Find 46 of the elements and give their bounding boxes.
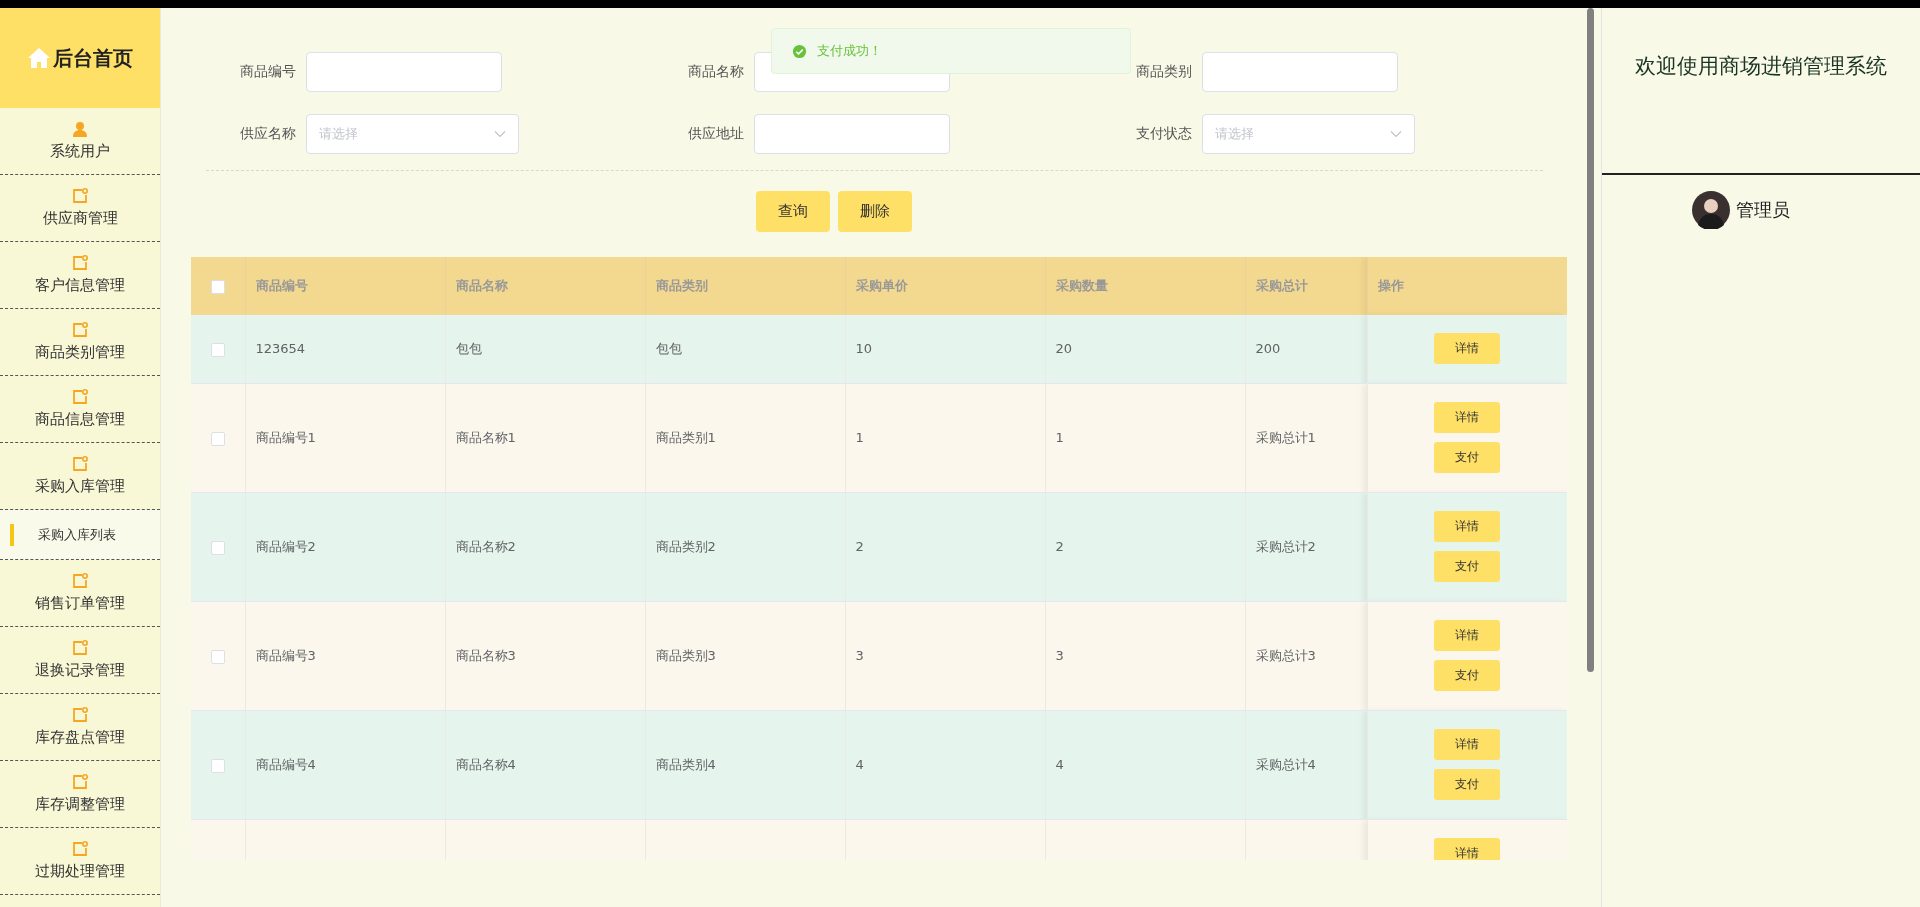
- field-label: 商品编号: [239, 63, 296, 81]
- table-cell: 2: [1055, 539, 1064, 554]
- table-cell: 包包: [655, 340, 682, 356]
- table-cell: 3: [855, 648, 864, 663]
- table-cell: 商品编号2: [255, 538, 316, 554]
- toast-text: 支付成功！: [817, 42, 882, 60]
- table-cell: 商品类别4: [655, 756, 716, 772]
- table-cell: 采购总计3: [1255, 647, 1316, 663]
- table-cell: 商品名称1: [455, 429, 516, 445]
- column-header: 商品类别: [655, 278, 708, 293]
- column-header: 操作: [1377, 278, 1404, 293]
- column-header: 商品编号: [255, 278, 308, 293]
- table-cell: 商品编号3: [255, 647, 316, 663]
- table-cell: 3: [1055, 648, 1064, 663]
- user-name: 管理员: [1736, 198, 1790, 222]
- welcome-title: 欢迎使用商场进销管理系统: [1634, 53, 1888, 80]
- table-cell: 包包: [455, 340, 482, 356]
- field-label: 商品类别: [1135, 63, 1192, 81]
- table-cell: 商品类别1: [655, 429, 716, 445]
- table-cell: 采购总计1: [1255, 429, 1316, 445]
- field-label: 供应名称: [239, 125, 296, 143]
- column-header: 采购单价: [855, 278, 908, 293]
- table-cell: 商品名称4: [455, 756, 516, 772]
- table-cell: 200: [1255, 341, 1281, 356]
- column-header: 采购总计: [1255, 278, 1308, 293]
- table-cell: 商品类别2: [655, 538, 716, 554]
- table-cell: 商品名称3: [455, 647, 516, 663]
- table-cell: 商品编号1: [255, 429, 316, 445]
- table-cell: 10: [855, 341, 873, 356]
- field-label: 供应地址: [687, 125, 744, 143]
- table-cell: 商品编号4: [255, 756, 316, 772]
- column-header: 采购数量: [1055, 278, 1108, 293]
- field-label: 商品名称: [687, 63, 744, 81]
- table-cell: 123654: [255, 341, 306, 356]
- table-cell: 采购总计4: [1255, 756, 1316, 772]
- table-cell: 商品名称2: [455, 538, 516, 554]
- table-cell: 4: [1055, 757, 1064, 772]
- table-cell: 1: [1055, 430, 1064, 445]
- table-cell: 4: [855, 757, 864, 772]
- field-label: 支付状态: [1135, 125, 1192, 143]
- column-header: 商品名称: [455, 278, 508, 293]
- table-cell: 20: [1055, 341, 1073, 356]
- table-cell: 2: [855, 539, 864, 554]
- table-cell: 1: [855, 430, 864, 445]
- table-cell: 采购总计2: [1255, 538, 1316, 554]
- table-cell: 商品类别3: [655, 647, 716, 663]
